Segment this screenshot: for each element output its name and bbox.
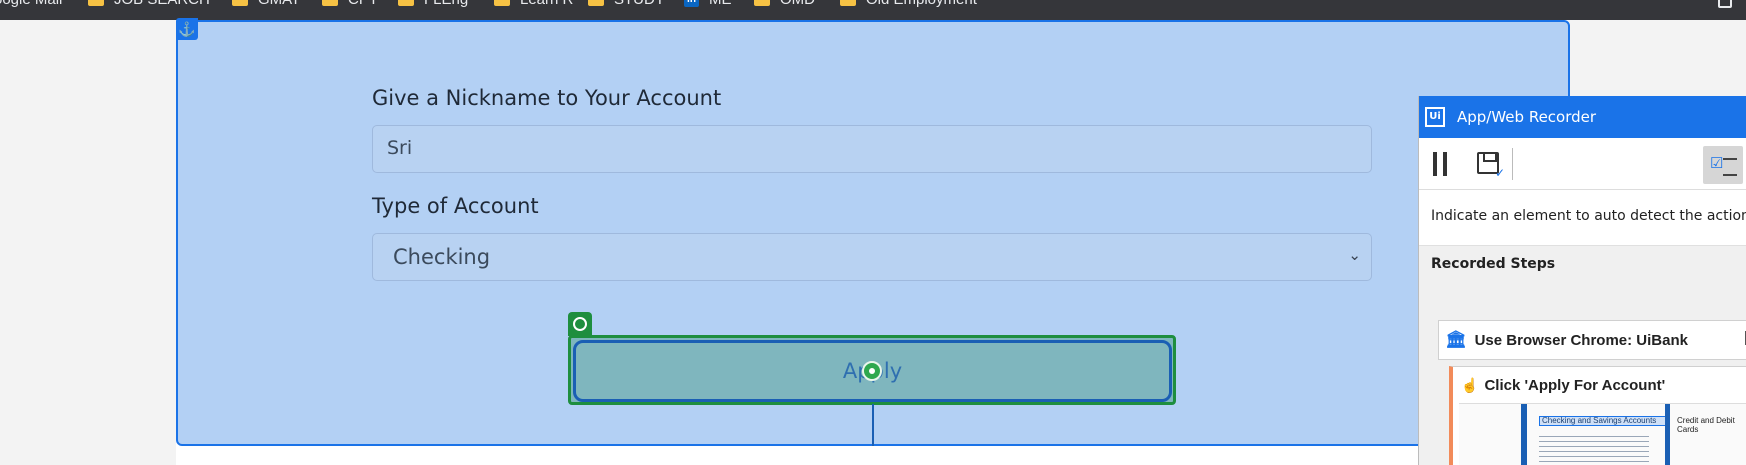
folder-icon bbox=[88, 0, 104, 6]
chevron-down-icon: ⌄ bbox=[1348, 246, 1361, 264]
account-type-value: Checking bbox=[393, 245, 491, 269]
linkedin-icon: in bbox=[684, 0, 699, 7]
folder-icon bbox=[754, 0, 770, 6]
save-icon[interactable] bbox=[1477, 152, 1505, 180]
bookmark-job-search[interactable]: JOB SEARCH bbox=[88, 0, 210, 8]
step-click-apply[interactable]: ☝ Click 'Apply For Account' Checking and… bbox=[1449, 366, 1746, 465]
thumbnail-bar bbox=[1521, 404, 1527, 465]
target-icon bbox=[568, 312, 592, 336]
nickname-value: Sri bbox=[387, 137, 413, 159]
toolbar-divider bbox=[1512, 148, 1513, 180]
account-type-select[interactable]: Checking ⌄ bbox=[372, 233, 1372, 281]
bookmark-cpt[interactable]: CPT bbox=[322, 0, 378, 8]
bookmark-fleng[interactable]: FLEng bbox=[398, 0, 468, 8]
recorder-toolbar bbox=[1419, 138, 1746, 190]
nickname-label: Give a Nickname to Your Account bbox=[372, 86, 722, 110]
bookmark-google-mail[interactable]: oogle Mail bbox=[0, 0, 62, 8]
bookmark-old-employment[interactable]: Old Employment bbox=[840, 0, 977, 8]
recorder-title: App/Web Recorder bbox=[1457, 108, 1597, 126]
folder-icon bbox=[588, 0, 604, 6]
bookmarks-bar: oogle Mail JOB SEARCH GMAT CPT FLEng Lea… bbox=[0, 0, 1746, 20]
crosshair-icon bbox=[862, 361, 882, 381]
bookmark-omd[interactable]: OMD bbox=[754, 0, 815, 8]
app-web-recorder-panel: Ui App/Web Recorder Indicate an element … bbox=[1418, 96, 1746, 465]
bookmark-gmat[interactable]: GMAT bbox=[232, 0, 300, 8]
nickname-input[interactable]: Sri bbox=[372, 125, 1372, 173]
account-type-label: Type of Account bbox=[372, 194, 539, 218]
recorded-steps-label: Recorded Steps bbox=[1431, 256, 1556, 272]
step-label: Click 'Apply For Account' bbox=[1484, 376, 1666, 394]
folder-icon bbox=[322, 0, 338, 6]
anchor-icon: ⚓ bbox=[176, 18, 198, 40]
step-use-browser[interactable]: 🏛 Use Browser Chrome: UiBank bbox=[1438, 320, 1746, 360]
bookmark-learn-r[interactable]: Learn R bbox=[494, 0, 573, 8]
folder-icon bbox=[398, 0, 414, 6]
thumbnail-highlight: Checking and Savings Accounts bbox=[1539, 416, 1669, 426]
folder-icon bbox=[494, 0, 510, 6]
step-title: ☝ Click 'Apply For Account' bbox=[1453, 367, 1746, 403]
bank-icon: 🏛 bbox=[1445, 330, 1467, 349]
recorder-titlebar: Ui App/Web Recorder bbox=[1419, 96, 1746, 138]
bookmark-study[interactable]: STUDY bbox=[588, 0, 665, 8]
step-label: Use Browser Chrome: UiBank bbox=[1474, 331, 1688, 349]
folder-icon bbox=[232, 0, 248, 6]
recorder-hint: Indicate an element to auto detect the a… bbox=[1419, 190, 1746, 246]
bookmark-me[interactable]: inME bbox=[684, 0, 732, 8]
folder-icon bbox=[840, 0, 856, 6]
tab-search-icon[interactable] bbox=[1718, 0, 1732, 8]
click-icon: ☝ bbox=[1461, 376, 1479, 393]
checklist-icon[interactable] bbox=[1703, 146, 1743, 184]
pause-icon[interactable] bbox=[1433, 152, 1449, 176]
anchor-connector bbox=[872, 404, 874, 446]
step-screenshot-thumbnail: Checking and Savings Accounts Credit and… bbox=[1459, 403, 1746, 465]
uipath-logo-icon: Ui bbox=[1425, 107, 1445, 127]
thumbnail-side-text: Credit and Debit Cards bbox=[1677, 416, 1735, 434]
thumbnail-bar bbox=[1665, 404, 1670, 465]
thumbnail-text-lines bbox=[1539, 432, 1649, 462]
